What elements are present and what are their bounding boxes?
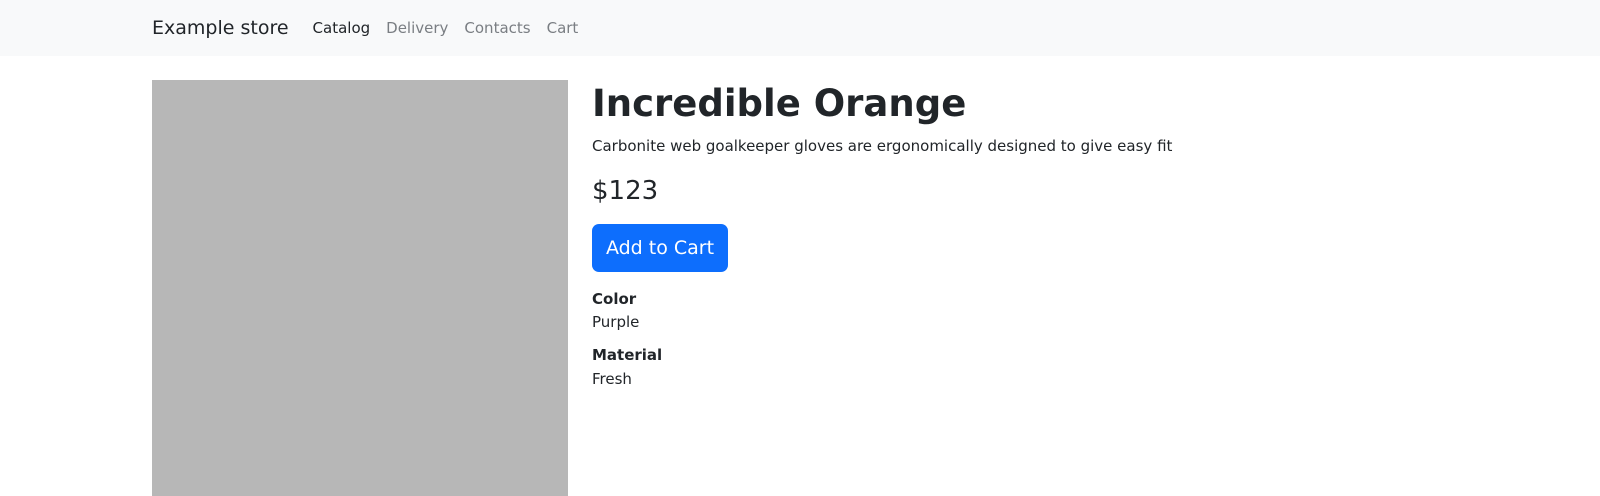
nav-link-cart[interactable]: Cart (547, 19, 579, 37)
attribute-label-material: Material (592, 346, 663, 365)
brand-link[interactable]: Example store (152, 17, 289, 39)
nav-link-delivery[interactable]: Delivery (386, 19, 448, 37)
attribute-value-color: Purple (592, 313, 640, 332)
nav-link-catalog[interactable]: Catalog (313, 19, 371, 37)
product-title: Incredible Orange (592, 82, 967, 125)
product-details: Incredible Orange Carbonite web goalkeep… (592, 82, 1492, 391)
navbar: Example store Catalog Delivery Contacts … (0, 0, 1600, 56)
add-to-cart-button[interactable]: Add to Cart (592, 223, 728, 272)
product-page: Incredible Orange Carbonite web goalkeep… (0, 56, 1600, 496)
product-image-placeholder (152, 80, 568, 496)
product-price: $123 (592, 176, 659, 207)
attribute-value-material: Fresh (592, 369, 632, 388)
attribute-label-color: Color (592, 289, 637, 308)
product-description: Carbonite web goalkeeper gloves are ergo… (592, 137, 1173, 156)
nav-link-contacts[interactable]: Contacts (464, 19, 530, 37)
